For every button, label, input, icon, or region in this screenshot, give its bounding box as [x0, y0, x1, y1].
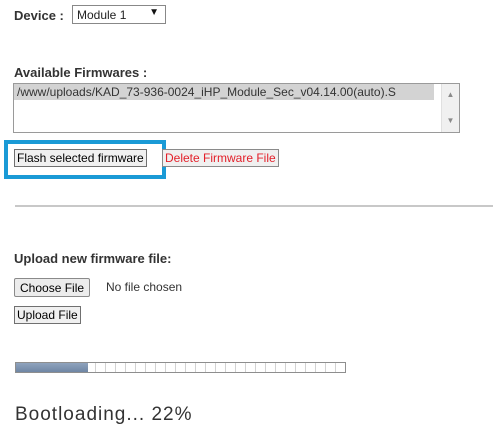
bootloading-status-text: Bootloading... 22%	[15, 404, 193, 425]
delete-firmware-file-button[interactable]: Delete Firmware File	[162, 149, 279, 167]
upload-firmware-label: Upload new firmware file:	[14, 251, 172, 266]
scroll-down-arrow-icon[interactable]: ▼	[442, 113, 459, 129]
device-select-value: Module 1	[77, 7, 127, 22]
bootloading-progress-bar	[15, 362, 346, 373]
no-file-chosen-text: No file chosen	[106, 280, 183, 294]
device-select[interactable]: Module 1 ▼	[72, 5, 166, 24]
flash-selected-firmware-button[interactable]: Flash selected firmware	[14, 149, 147, 167]
firmware-list-scrollbar[interactable]: ▲ ▼	[441, 84, 459, 132]
firmware-list-item[interactable]: /www/uploads/KAD_73-936-0024_iHP_Module_…	[14, 84, 434, 100]
device-label: Device :	[14, 8, 64, 23]
choose-file-button[interactable]: Choose File	[14, 278, 91, 297]
scroll-up-arrow-icon[interactable]: ▲	[442, 87, 459, 103]
bootloading-progress-fill	[16, 363, 89, 372]
available-firmwares-label: Available Firmwares :	[14, 65, 148, 80]
dropdown-triangle-icon: ▼	[149, 7, 159, 18]
section-divider	[15, 205, 493, 207]
upload-file-button[interactable]: Upload File	[14, 306, 81, 324]
firmware-listbox[interactable]: /www/uploads/KAD_73-936-0024_iHP_Module_…	[13, 83, 460, 133]
